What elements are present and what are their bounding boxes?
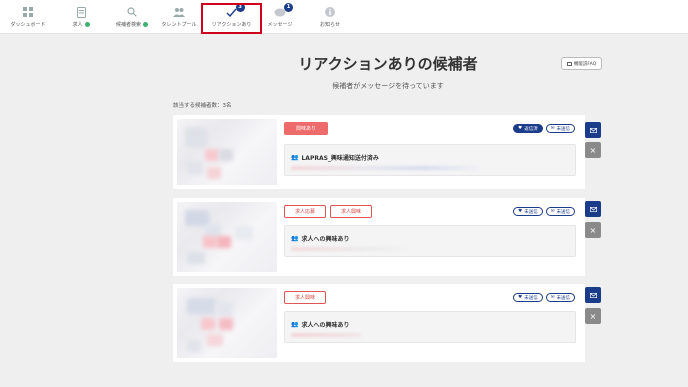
- nav-label: 候補者検索: [115, 22, 141, 28]
- mail-icon: [589, 127, 597, 133]
- close-icon: ×: [589, 145, 597, 155]
- info-icon: [323, 6, 337, 18]
- candidate-card[interactable]: 求人応募 求人興味 ♥ 未送信 ✉ 未送信 👥 求人への興味あり: [173, 198, 585, 276]
- candidate-photo: [177, 288, 277, 358]
- dismiss-button[interactable]: ×: [585, 308, 601, 324]
- tag-interested: 興味あり: [284, 122, 329, 135]
- pill-label: 未送信: [556, 126, 571, 132]
- selection-highlight: [201, 3, 262, 34]
- send-message-button[interactable]: [585, 201, 601, 217]
- tag-job-application: 求人応募: [284, 205, 327, 218]
- people-icon: 👥: [291, 235, 299, 242]
- faq-button[interactable]: 機能説FAQ: [561, 57, 602, 70]
- blurred-text: [291, 333, 361, 337]
- book-icon: [566, 61, 572, 66]
- message-title: LAPRAS_興味通知送付済み: [301, 155, 379, 162]
- people-icon: 👥: [291, 154, 299, 161]
- mail-icon: [589, 206, 597, 212]
- people-icon: 👥: [291, 321, 299, 328]
- new-indicator: [143, 22, 148, 27]
- nav-label: メッセージ: [267, 22, 293, 28]
- close-icon: ×: [589, 225, 597, 235]
- message-preview[interactable]: 👥 LAPRAS_興味通知送付済み: [284, 144, 576, 176]
- message-title: 求人への興味あり: [301, 236, 350, 243]
- mail-icon: ✉: [550, 126, 555, 131]
- pill-label: 未送信: [524, 209, 538, 215]
- status-pill-reply: ♥ 未送信: [513, 293, 543, 302]
- nav-dashboard[interactable]: ダッシュボード: [8, 0, 48, 34]
- notification-badge: 1: [284, 3, 293, 12]
- heart-icon: ♥: [518, 126, 523, 131]
- top-navigation: ダッシュボード 求人 候補者検索 タレントプール 3 リアクションあり 1 メッ…: [0, 0, 688, 34]
- status-pill-reply: ♥ 返信済: [513, 124, 543, 133]
- tag-job-interest: 求人興味: [330, 205, 373, 218]
- send-message-button[interactable]: [585, 122, 601, 138]
- tag-job-interest: 求人興味: [284, 291, 327, 304]
- dismiss-button[interactable]: ×: [585, 142, 601, 158]
- new-indicator: [84, 22, 90, 27]
- message-preview[interactable]: 👥 求人への興味あり: [284, 311, 576, 343]
- document-icon: [74, 6, 88, 18]
- nav-jobs[interactable]: 求人: [66, 0, 96, 34]
- candidate-card[interactable]: 求人興味 ♥ 未送信 ✉ 未送信 👥 求人への興味あり: [173, 284, 585, 362]
- status-pill-mail: ✉ 未送信: [545, 207, 575, 216]
- status-pill-mail: ✉ 未送信: [545, 293, 575, 302]
- nav-notices[interactable]: お知らせ: [315, 0, 345, 34]
- candidate-photo: [177, 202, 277, 272]
- people-icon: [172, 6, 186, 18]
- blurred-text: [291, 166, 481, 170]
- candidate-card[interactable]: 興味あり ♥ 返信済 ✉ 未送信 👥 LAPRAS_興味通知送付済み: [173, 115, 585, 189]
- status-pill-reply: ♥ 未送信: [513, 207, 543, 216]
- nav-talent-pool[interactable]: タレントプール: [160, 0, 198, 34]
- send-message-button[interactable]: [585, 287, 601, 303]
- dashboard-icon: [21, 6, 35, 18]
- pill-label: 未送信: [524, 295, 538, 301]
- message-preview[interactable]: 👥 求人への興味あり: [284, 225, 576, 257]
- dismiss-button[interactable]: ×: [585, 222, 601, 238]
- search-icon: [125, 6, 139, 18]
- pill-label: 未送信: [556, 295, 571, 301]
- mail-icon: ✉: [550, 295, 555, 300]
- heart-icon: ♥: [518, 209, 523, 214]
- nav-label: 求人: [72, 22, 83, 28]
- faq-label: 機能説FAQ: [573, 61, 597, 67]
- nav-messages[interactable]: 1 メッセージ: [265, 0, 295, 34]
- blurred-text: [291, 247, 411, 251]
- chat-icon: 1: [273, 3, 293, 18]
- candidate-photo: [177, 119, 277, 185]
- page-title: リアクションありの候補者: [298, 55, 478, 73]
- nav-label: ダッシュボード: [10, 22, 46, 28]
- page-subtitle: 候補者がメッセージを待っています: [332, 82, 444, 90]
- nav-label: お知らせ: [320, 22, 340, 28]
- mail-icon: ✉: [550, 209, 555, 214]
- mail-icon: [589, 292, 597, 298]
- close-icon: ×: [589, 311, 597, 321]
- pill-label: 未送信: [556, 209, 571, 215]
- nav-candidate-search[interactable]: 候補者検索: [113, 0, 151, 34]
- pill-label: 返信済: [524, 126, 538, 132]
- status-pill-mail: ✉ 未送信: [545, 124, 575, 133]
- nav-label: タレントプール: [161, 22, 197, 28]
- heart-icon: ♥: [518, 295, 523, 300]
- message-title: 求人への興味あり: [301, 322, 350, 329]
- candidate-count: 該当する候補者数：3名: [173, 103, 232, 109]
